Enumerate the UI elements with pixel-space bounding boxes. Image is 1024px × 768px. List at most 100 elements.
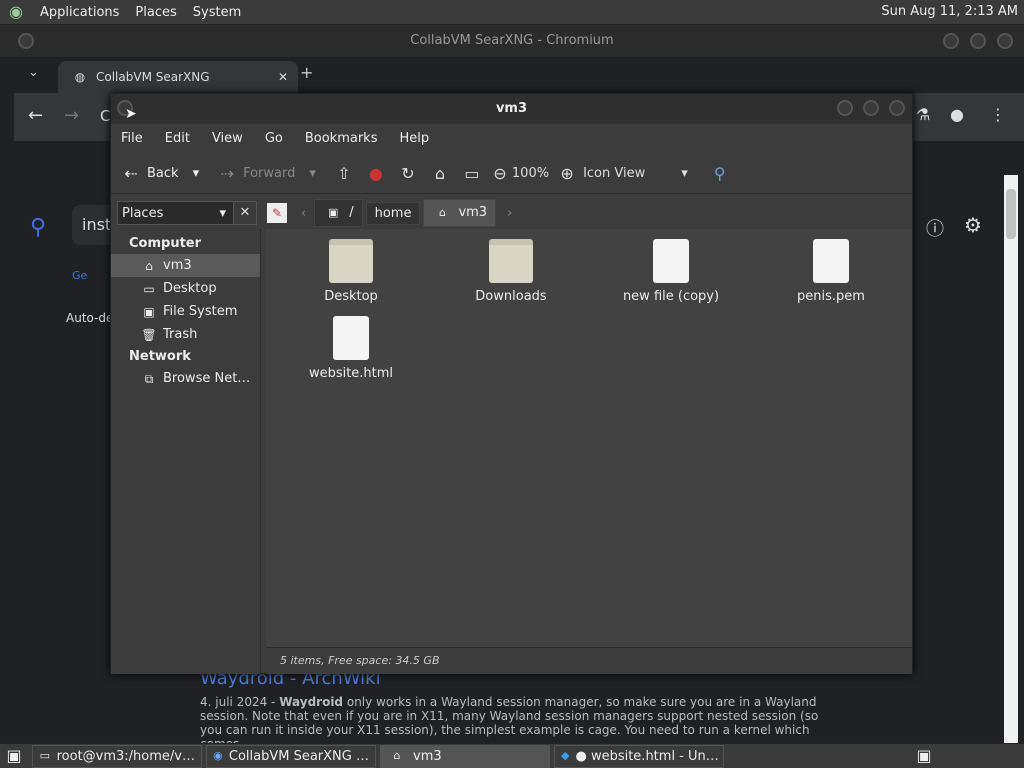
view-mode-dropdown-icon[interactable]: ▾ <box>681 166 688 181</box>
view-mode-select[interactable]: Icon View <box>583 166 645 181</box>
menu-view[interactable]: View <box>212 131 243 146</box>
places-menu[interactable]: Places <box>127 5 184 20</box>
file-label: website.html <box>308 366 394 381</box>
menu-go[interactable]: Go <box>265 131 283 146</box>
side-pane-close-button[interactable]: ✕ <box>233 201 257 225</box>
task-label: vm3 <box>413 748 442 764</box>
show-desktop-icon[interactable]: ▣ <box>4 746 24 766</box>
search-icon[interactable]: ⚲ <box>710 164 730 184</box>
back-arrow-icon[interactable]: ← <box>28 105 43 126</box>
task-vscode[interactable]: ◆ ● website.html - Un… <box>554 744 724 768</box>
chromium-icon: ◉ <box>213 749 223 762</box>
clock[interactable]: Sun Aug 11, 2:13 AM <box>881 4 1018 19</box>
general-tab-partial[interactable]: Ge <box>72 269 87 282</box>
file-item-downloads[interactable]: Downloads <box>451 239 571 304</box>
task-chromium[interactable]: ◉ CollabVM SearXNG … <box>206 744 376 768</box>
file-item-new-file-copy[interactable]: new file (copy) <box>611 239 731 304</box>
result-date: 4. juli 2024 - <box>200 695 276 709</box>
menu-bookmarks[interactable]: Bookmarks <box>305 131 378 146</box>
document-icon <box>653 239 689 283</box>
task-label: CollabVM SearXNG … <box>228 748 369 764</box>
search-icon[interactable]: ⚲ <box>30 215 46 240</box>
chromium-menu-button[interactable] <box>18 33 34 49</box>
sidebar-item-trash[interactable]: 🗑 Trash <box>111 323 260 346</box>
zoom-in-icon[interactable]: ⊕ <box>557 164 577 184</box>
reload-icon-partial[interactable]: C <box>100 107 110 125</box>
workspace-switcher-icon[interactable]: ▣ <box>914 746 934 766</box>
fm-titlebar[interactable]: vm3 <box>111 94 912 124</box>
applications-menu[interactable]: Applications <box>32 5 127 20</box>
search-input-text: inst <box>82 215 112 234</box>
up-arrow-icon[interactable]: ⇧ <box>334 164 354 184</box>
path-left-icon[interactable]: ‹ <box>301 206 306 221</box>
chromium-maximize-button[interactable] <box>970 33 986 49</box>
settings-gear-icon[interactable]: ⚙ <box>964 213 982 237</box>
tab-search-icon[interactable]: ⌄ <box>28 65 39 80</box>
sidebar-item-label: Desktop <box>163 281 217 296</box>
drive-icon: ▣ <box>143 304 155 319</box>
fm-maximize-button[interactable] <box>863 100 879 116</box>
mouse-cursor-icon: ➤ <box>125 106 137 122</box>
path-root[interactable]: ▣ / <box>314 199 363 227</box>
zoom-out-icon[interactable]: ⊖ <box>490 164 510 184</box>
path-vm3[interactable]: ⌂ vm3 <box>423 199 497 227</box>
sidebar-item-label: File System <box>163 304 238 319</box>
fm-statusbar: 5 items, Free space: 34.5 GB <box>266 647 912 674</box>
sidebar-item-browse-network[interactable]: ⧉ Browse Net… <box>111 367 260 390</box>
menu-file[interactable]: File <box>121 131 143 146</box>
forward-button[interactable]: ⇢ Forward ▾ <box>217 164 316 184</box>
terminal-icon: ▭ <box>39 749 50 762</box>
new-tab-icon[interactable]: + <box>300 63 313 82</box>
profile-icon[interactable]: ● <box>950 105 964 124</box>
system-menu[interactable]: System <box>185 5 249 20</box>
back-dropdown-icon[interactable]: ▾ <box>193 166 200 181</box>
computer-icon[interactable]: ▭ <box>462 164 482 184</box>
edit-location-icon[interactable]: ✎ <box>267 203 287 223</box>
path-right-icon[interactable]: › <box>507 206 512 221</box>
info-icon[interactable]: ⓘ <box>926 215 944 241</box>
scrollbar-thumb[interactable] <box>1006 189 1016 239</box>
task-vm3[interactable]: ⌂ vm3 <box>380 744 550 768</box>
drive-icon: ▣ <box>328 206 339 219</box>
menu-help[interactable]: Help <box>399 131 429 146</box>
home-folder-icon: ⌂ <box>393 749 401 762</box>
file-item-desktop[interactable]: Desktop <box>291 239 411 304</box>
document-icon <box>333 316 369 360</box>
file-item-website-html[interactable]: website.html <box>291 316 411 381</box>
task-label: ● website.html - Un… <box>575 748 719 764</box>
menu-edit[interactable]: Edit <box>165 131 190 146</box>
reload-icon[interactable]: ↻ <box>398 164 418 184</box>
chromium-close-button[interactable] <box>997 33 1013 49</box>
file-item-penis-pem[interactable]: penis.pem <box>771 239 891 304</box>
tab-collabvm[interactable]: ◍ CollabVM SearXNG ✕ <box>58 61 298 93</box>
labs-flask-icon[interactable]: ⚗ <box>916 105 930 124</box>
forward-label: Forward <box>243 166 296 181</box>
forward-arrow-icon[interactable]: → <box>64 105 79 126</box>
back-arrow-icon: ⇠ <box>124 163 138 183</box>
auto-detect-partial[interactable]: Auto-de <box>66 311 113 325</box>
home-icon[interactable]: ⌂ <box>430 164 450 184</box>
kebab-menu-icon[interactable]: ⋮ <box>990 105 1006 124</box>
path-home[interactable]: home <box>365 201 421 225</box>
sidebar-item-desktop[interactable]: ▭ Desktop <box>111 277 260 300</box>
stop-icon[interactable]: ● <box>366 164 386 184</box>
file-label: penis.pem <box>797 289 865 304</box>
chromium-minimize-button[interactable] <box>943 33 959 49</box>
network-icon: ⧉ <box>144 371 154 386</box>
path-bar: ✎ ‹ ▣ / home ⌂ vm3 › <box>267 199 512 227</box>
task-terminal[interactable]: ▭ root@vm3:/home/v… <box>32 744 202 768</box>
back-button[interactable]: ⇠ Back ▾ <box>121 164 199 184</box>
result-bold: Waydroid <box>279 695 344 709</box>
sidebar-item-vm3[interactable]: ⌂ vm3 <box>111 254 260 277</box>
fm-minimize-button[interactable] <box>837 100 853 116</box>
file-label: Desktop <box>324 289 378 304</box>
chromium-titlebar: CollabVM SearXNG - Chromium <box>0 25 1024 57</box>
page-scrollbar[interactable] <box>1004 175 1018 743</box>
forward-dropdown-icon[interactable]: ▾ <box>309 166 316 181</box>
fm-close-button[interactable] <box>889 100 905 116</box>
home-folder-icon: ⌂ <box>438 206 446 219</box>
tab-close-icon[interactable]: ✕ <box>278 70 288 84</box>
folder-icon <box>489 239 533 283</box>
sidebar-item-file-system[interactable]: ▣ File System <box>111 300 260 323</box>
gnome-foot-icon[interactable]: ◉ <box>6 2 26 22</box>
